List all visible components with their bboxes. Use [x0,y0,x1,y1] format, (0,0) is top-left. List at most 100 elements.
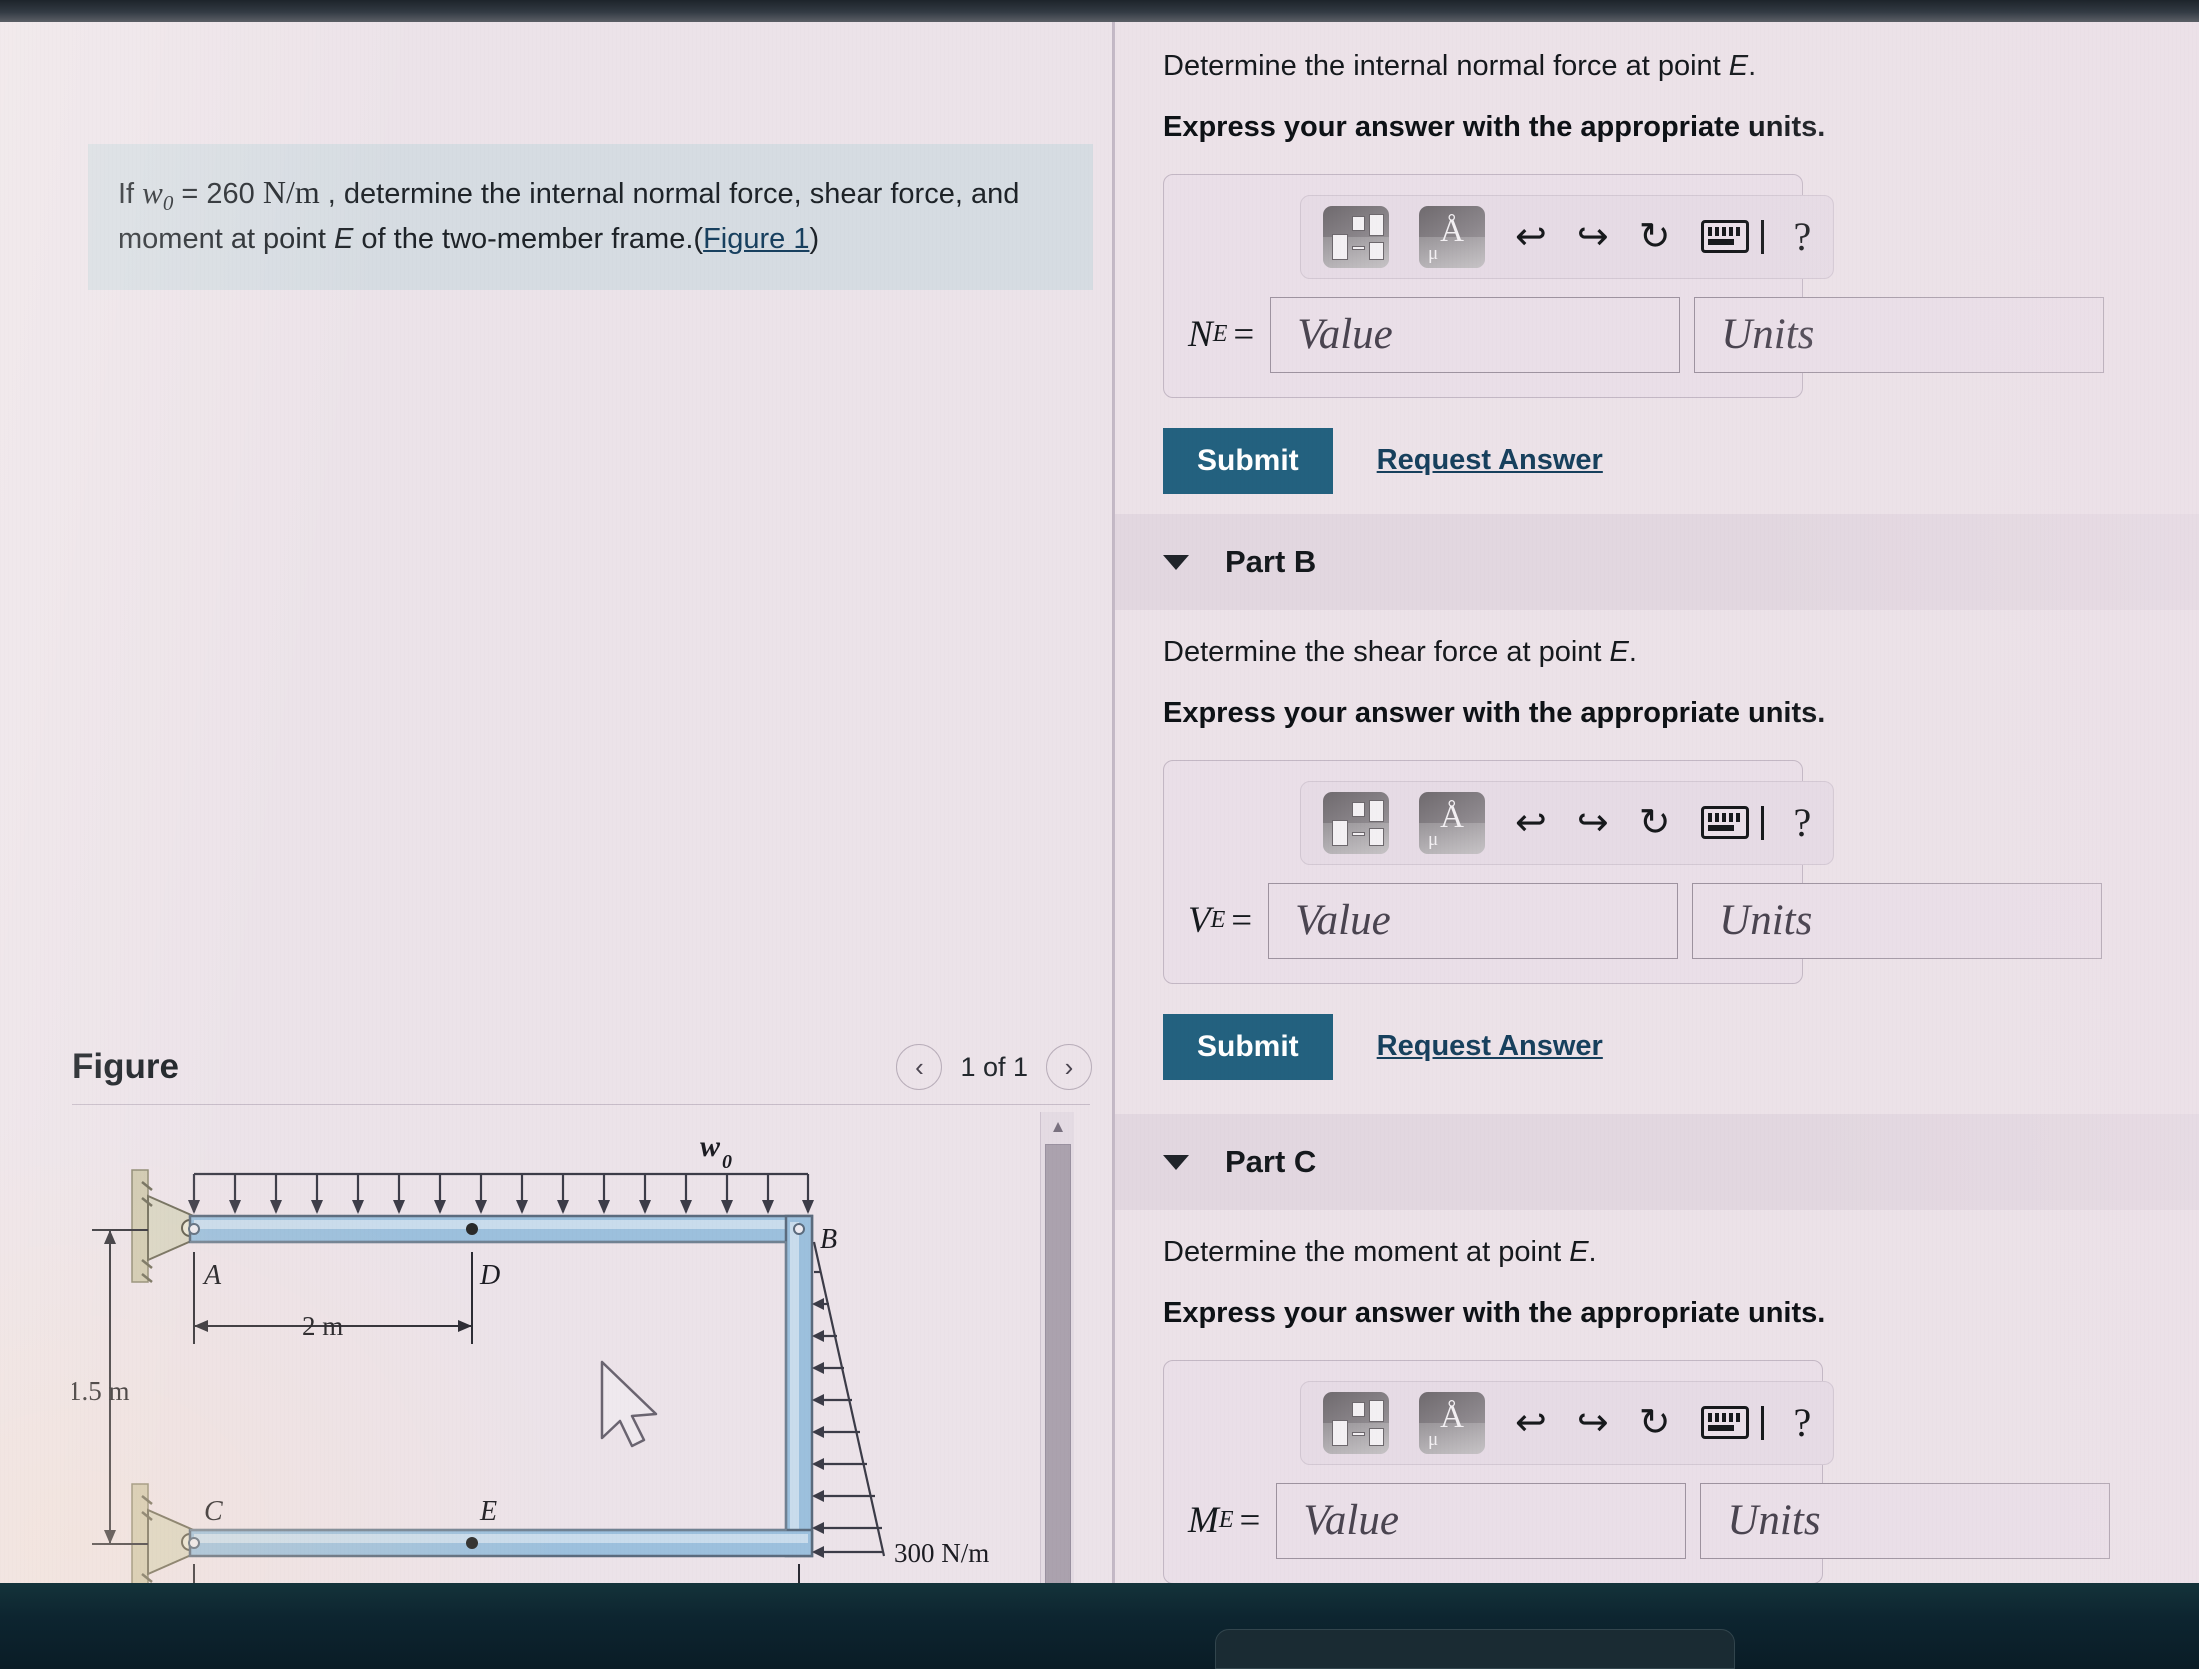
part-a-request-answer-link[interactable]: Request Answer [1377,444,1603,477]
reset-icon[interactable]: ↻ [1639,1404,1671,1442]
part-b-header[interactable]: Part B [1115,514,2199,610]
figure-page-indicator: 1 of 1 [960,1051,1028,1082]
part-b-answer-row: V E = Value Units [1188,882,2103,959]
undo-icon[interactable]: ↩ [1515,218,1547,256]
figure-viewport: w 0 A B C D E 2 m 4 m 1.5 m 300 N/m [72,1112,1092,1583]
part-c-symbol-letter: M [1188,1500,1219,1542]
browser-page: If w0 = 260 N/m , determine the internal… [0,22,2199,1583]
help-icon[interactable]: ? [1794,799,1812,846]
text-cursor-icon [1760,805,1764,840]
part-b-units-input[interactable]: Units [1692,882,2103,959]
part-b-answer-box: Åμ ↩ ↪ ↻ ? V E = Value Units [1163,759,2103,984]
units-icon[interactable]: Åμ [1419,1391,1485,1454]
part-c-equals: = [1239,1500,1261,1542]
problem-suffix: of the two-member frame. [353,222,694,255]
part-c-question-end: . [1588,1236,1597,1268]
template-icon[interactable] [1323,791,1389,854]
part-b-instruction: Express your answer with the appropriate… [1163,696,1826,729]
text-cursor-icon [1760,1405,1764,1440]
part-c-symbol: M E = [1188,1483,1276,1559]
figure-1-link[interactable]: Figure 1 [703,223,809,255]
triangular-load-arrowheads [812,1298,824,1558]
part-a-units-input[interactable]: Units [1694,296,2105,373]
part-b-symbol-subscript: E [1210,907,1226,934]
part-c-header[interactable]: Part C [1115,1114,2199,1210]
part-c-value-input[interactable]: Value [1276,1482,1687,1559]
dimension-4m [193,1564,800,1583]
problem-point: E [334,222,354,255]
figure-title: Figure [72,1047,179,1086]
help-icon[interactable]: ? [1794,1399,1812,1446]
units-icon[interactable]: Åμ [1419,205,1485,268]
monitor-bezel-bottom [0,1583,2199,1669]
undo-icon[interactable]: ↩ [1515,804,1547,842]
part-b-symbol-letter: V [1188,900,1211,942]
problem-panel: If w0 = 260 N/m , determine the internal… [0,22,1112,1583]
joint-a [188,1223,200,1235]
monitor-stand [1215,1629,1735,1669]
part-a-symbol-subscript: E [1212,321,1228,348]
label-b: B [820,1224,837,1255]
part-a-question: Determine the internal normal force at p… [1163,46,2159,87]
label-dim-2m: 2 m [302,1311,343,1341]
figure-prev-button[interactable]: ‹ [896,1044,943,1090]
uniform-load-arrowheads [188,1200,814,1214]
point-e-dot [466,1537,478,1549]
problem-prefix: If [118,178,143,210]
part-a-instruction: Express your answer with the appropriate… [1163,110,1826,143]
part-b-request-answer-link[interactable]: Request Answer [1377,1030,1603,1063]
part-b-actions: Submit Request Answer [1163,1013,2159,1080]
keyboard-icon[interactable] [1700,806,1749,840]
label-d: D [479,1260,500,1291]
point-d-dot [466,1223,478,1235]
part-a-answer-box: Åμ ↩ ↪ ↻ ? N E = Value Units [1163,173,2105,398]
part-a-equals: = [1233,314,1255,356]
figure-next-button[interactable]: › [1046,1044,1092,1090]
label-load-300: 300 N/m [894,1538,989,1568]
scrollbar-thumb[interactable] [1045,1144,1071,1583]
text-cursor-icon [1760,219,1764,254]
part-c-toolbar: Åμ ↩ ↪ ↻ ? [1300,1380,1835,1465]
label-a: A [202,1260,222,1291]
figure-pager: ‹ 1 of 1 › [896,1044,1092,1090]
label-w0-sub: 0 [722,1151,732,1173]
monitor-photo: If w0 = 260 N/m , determine the internal… [0,0,2199,1669]
figure-header: Figure ‹ 1 of 1 › [72,1044,1092,1090]
chevron-down-icon[interactable] [1163,554,1189,570]
part-b-value-input[interactable]: Value [1268,882,1679,959]
part-a-symbol-letter: N [1188,314,1213,356]
redo-icon[interactable]: ↪ [1577,804,1609,842]
problem-statement: If w0 = 260 N/m , determine the internal… [88,144,1093,290]
part-c-instruction: Express your answer with the appropriate… [1163,1296,1826,1329]
keyboard-icon[interactable] [1700,220,1749,254]
part-b-submit-button[interactable]: Submit [1163,1013,1333,1080]
redo-icon[interactable]: ↪ [1577,1404,1609,1442]
scroll-up-arrow-icon[interactable]: ▲ [1041,1112,1075,1142]
label-e: E [479,1496,497,1527]
part-b-symbol: V E = [1188,883,1268,959]
part-c-body: Determine the moment at point E. Express… [1115,1232,2199,1583]
redo-icon[interactable]: ↪ [1577,218,1609,256]
part-b-question-point: E [1609,636,1629,668]
chevron-down-icon[interactable] [1163,1154,1189,1170]
help-icon[interactable]: ? [1794,213,1812,260]
figure-scrollbar[interactable]: ▲ [1040,1112,1074,1583]
reset-icon[interactable]: ↻ [1639,218,1671,256]
triangular-load [812,1241,886,1557]
uniform-load-w0 [192,1172,810,1212]
part-a-question-end: . [1748,50,1757,82]
part-a-value-input[interactable]: Value [1270,296,1681,373]
part-a-submit-button[interactable]: Submit [1163,427,1333,494]
template-icon[interactable] [1323,1391,1389,1454]
part-a-toolbar: Åμ ↩ ↪ ↻ ? [1300,194,1835,279]
reset-icon[interactable]: ↻ [1639,804,1671,842]
problem-unit: N/m [262,174,320,210]
part-b-question: Determine the shear force at point E. [1163,632,2159,673]
keyboard-icon[interactable] [1700,1406,1749,1440]
units-icon[interactable]: Åμ [1419,791,1485,854]
label-c: C [204,1496,223,1527]
part-c-header-row: Part C [1115,1144,2199,1180]
template-icon[interactable] [1323,205,1389,268]
part-c-units-input[interactable]: Units [1700,1482,2111,1559]
undo-icon[interactable]: ↩ [1515,1404,1547,1442]
